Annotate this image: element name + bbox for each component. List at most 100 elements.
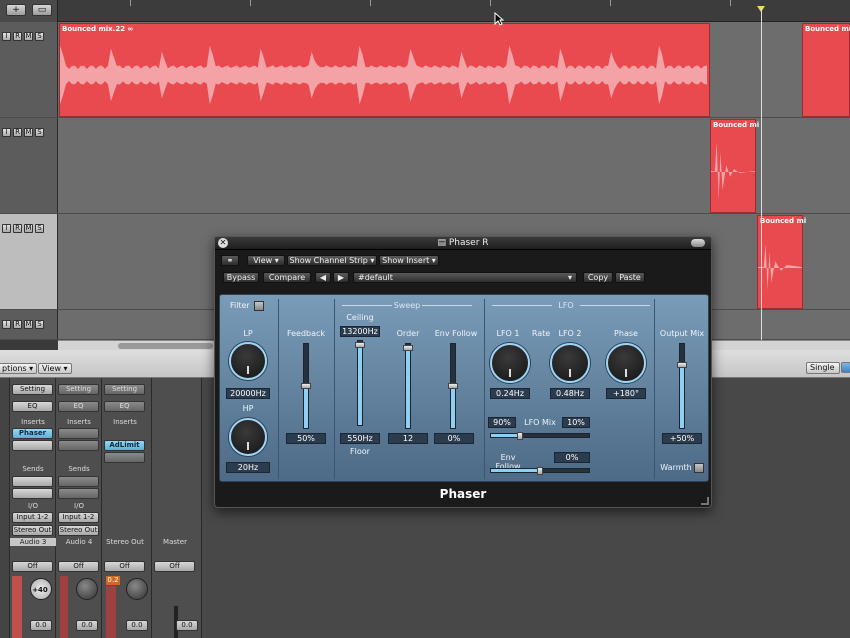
output-button[interactable]: Stereo Out	[58, 525, 99, 536]
compare-button[interactable]: Compare	[263, 272, 311, 283]
close-icon[interactable]: ✕	[218, 238, 228, 248]
automation-button[interactable]: Off	[154, 561, 195, 572]
lfo2-rate-knob[interactable]	[550, 343, 590, 383]
automation-button[interactable]: Off	[58, 561, 99, 572]
warmth-checkbox[interactable]	[694, 463, 704, 473]
options-menu[interactable]: ptions ▾	[0, 363, 38, 374]
plugin-title-bar[interactable]: ✕ ▤ Phaser R	[215, 237, 711, 250]
order-value[interactable]: 12	[388, 433, 428, 444]
solo-button[interactable]: S	[35, 32, 44, 41]
view-menu[interactable]: View ▾	[38, 363, 72, 374]
insert-slot-adlimit[interactable]: AdLimit	[104, 440, 145, 451]
pan-knob[interactable]	[76, 578, 98, 600]
automation-button[interactable]: Off	[104, 561, 145, 572]
phase-knob[interactable]	[606, 343, 646, 383]
solo-button[interactable]: S	[35, 320, 44, 329]
input-monitor-button[interactable]: I	[2, 32, 11, 41]
input-monitor-button[interactable]: I	[2, 128, 11, 137]
solo-button[interactable]: S	[35, 224, 44, 233]
send-slot[interactable]	[58, 476, 99, 487]
record-enable-button[interactable]: R	[13, 320, 22, 329]
view-menu[interactable]: View ▾	[247, 255, 285, 266]
output-mix-slider[interactable]	[677, 343, 687, 429]
volume-value[interactable]: 0.0	[30, 620, 52, 631]
show-insert-menu[interactable]: Show Insert ▾	[379, 255, 439, 266]
copy-button[interactable]: Copy	[583, 272, 613, 283]
hp-knob[interactable]	[229, 418, 267, 456]
filter-checkbox[interactable]	[254, 301, 264, 311]
next-preset-button[interactable]: ▶	[333, 272, 349, 283]
feedback-slider[interactable]	[301, 343, 311, 429]
ceiling-value[interactable]: 13200Hz	[340, 326, 380, 337]
volume-value[interactable]: 0.0	[176, 620, 198, 631]
playhead[interactable]	[761, 8, 762, 340]
insert-slot-empty[interactable]	[58, 440, 99, 451]
setting-button[interactable]: Setting	[58, 384, 99, 395]
automation-button[interactable]: Off	[12, 561, 53, 572]
mute-button[interactable]: M	[24, 128, 33, 137]
solo-button[interactable]: S	[35, 128, 44, 137]
hp-value[interactable]: 20Hz	[226, 462, 270, 473]
audio-region[interactable]: Bounced mi	[757, 215, 806, 309]
resize-grip-icon[interactable]	[701, 497, 709, 505]
lfo-mix-slider[interactable]	[490, 432, 590, 440]
single-view-button[interactable]: Single	[806, 362, 840, 374]
view-toggle-button[interactable]	[841, 362, 850, 373]
timeline-ruler[interactable]: + ▭	[0, 0, 850, 22]
volume-value[interactable]: 0.0	[126, 620, 148, 631]
lfo2-value[interactable]: 0.48Hz	[550, 388, 590, 399]
eq-button[interactable]: EQ	[58, 401, 99, 412]
link-icon[interactable]: ⚭	[221, 255, 239, 266]
volume-value[interactable]: 0.0	[76, 620, 98, 631]
insert-slot-phaser[interactable]: Phaser	[12, 428, 53, 439]
eq-button[interactable]: EQ	[12, 401, 53, 412]
send-slot[interactable]	[12, 476, 53, 487]
input-button[interactable]: Input 1-2	[58, 512, 99, 523]
mute-button[interactable]: M	[24, 32, 33, 41]
feedback-value[interactable]: 50%	[286, 433, 326, 444]
send-slot[interactable]	[58, 488, 99, 499]
lp-value[interactable]: 20000Hz	[226, 388, 270, 399]
audio-region[interactable]: Bounced mi	[710, 119, 759, 213]
record-enable-button[interactable]: R	[13, 224, 22, 233]
send-slot[interactable]	[12, 488, 53, 499]
output-mix-value[interactable]: +50%	[662, 433, 702, 444]
lp-knob[interactable]	[229, 342, 267, 380]
preset-menu[interactable]: #default ▾	[353, 272, 577, 283]
insert-slot-empty[interactable]	[104, 452, 145, 463]
input-button[interactable]: Input 1-2	[12, 512, 53, 523]
add-track-button[interactable]: +	[6, 4, 26, 16]
folder-icon[interactable]: ▭	[32, 4, 52, 16]
floor-value[interactable]: 550Hz	[340, 433, 380, 444]
previous-preset-button[interactable]: ◀	[315, 272, 331, 283]
bypass-button[interactable]: Bypass	[223, 272, 259, 283]
lfo-mix-right-value[interactable]: 10%	[562, 417, 590, 428]
mute-button[interactable]: M	[24, 320, 33, 329]
input-monitor-button[interactable]: I	[2, 224, 11, 233]
pan-knob[interactable]	[126, 578, 148, 600]
audio-region[interactable]: Bounced mix.22 ∞	[59, 23, 710, 117]
mute-button[interactable]: M	[24, 224, 33, 233]
output-button[interactable]: Stereo Out	[12, 525, 53, 536]
setting-button[interactable]: Setting	[12, 384, 53, 395]
record-enable-button[interactable]: R	[13, 32, 22, 41]
lfo1-rate-knob[interactable]	[490, 343, 530, 383]
show-channel-strip-menu[interactable]: Show Channel Strip ▾	[287, 255, 377, 266]
toolbar-toggle-icon[interactable]	[691, 239, 705, 247]
scrollbar-thumb[interactable]	[118, 343, 213, 349]
insert-slot-empty[interactable]	[58, 428, 99, 439]
lfo-env-follow-slider[interactable]	[490, 467, 590, 475]
insert-slot-empty[interactable]	[12, 440, 53, 451]
ceiling-slider[interactable]	[355, 340, 365, 426]
setting-button[interactable]: Setting	[104, 384, 145, 395]
record-enable-button[interactable]: R	[13, 128, 22, 137]
audio-region[interactable]: Bounced mix	[802, 23, 850, 117]
paste-button[interactable]: Paste	[615, 272, 645, 283]
lfo-mix-left-value[interactable]: 90%	[488, 417, 516, 428]
input-monitor-button[interactable]: I	[2, 320, 11, 329]
phase-value[interactable]: +180°	[606, 388, 646, 399]
order-slider[interactable]	[403, 343, 413, 429]
env-follow-slider[interactable]	[448, 343, 458, 429]
env-follow-value[interactable]: 0%	[434, 433, 474, 444]
lfo-env-follow-value[interactable]: 0%	[554, 452, 590, 463]
